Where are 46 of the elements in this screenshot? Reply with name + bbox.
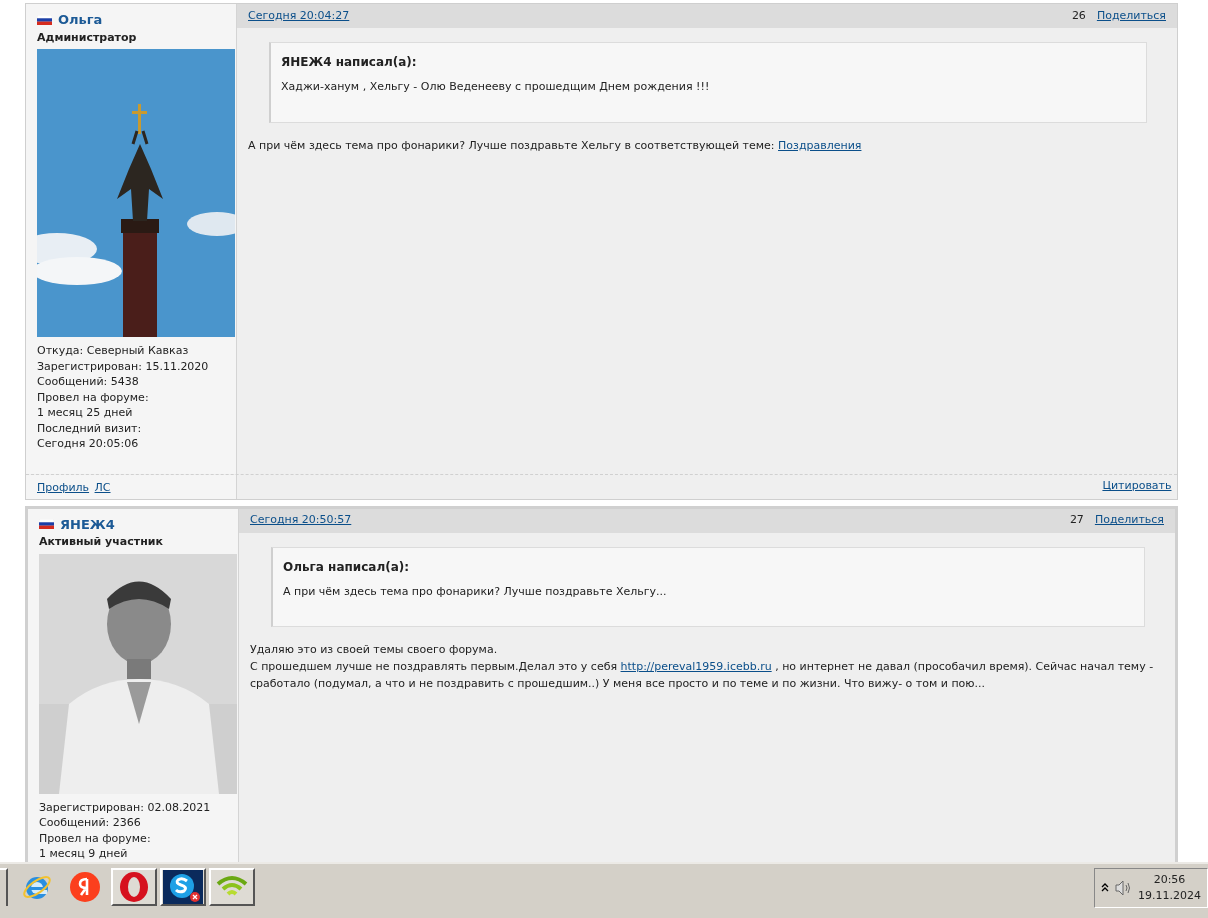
profile-info: Откуда: Северный Кавказ bbox=[37, 343, 190, 359]
profile-info: Провел на форуме: bbox=[39, 830, 152, 846]
quote-text: А при чём здесь тема про фонарики? Лучше поздравьте Хельгу... bbox=[283, 583, 668, 600]
message-text: А при чём здесь тема про фонарики? Лучше поздравьте Хельгу в соответствующей теме: Поздравления bbox=[248, 137, 863, 154]
post-date-link[interactable]: Сегодня 20:50:57 bbox=[250, 512, 352, 529]
browser-icon bbox=[118, 871, 150, 903]
quote-author: Ольга написал(а): bbox=[283, 558, 411, 576]
user-role: Активный участник bbox=[39, 534, 164, 550]
share-link[interactable]: Поделиться bbox=[1094, 512, 1164, 529]
profile-link[interactable]: Профиль bbox=[37, 479, 90, 494]
profile-info: Сообщений: 2366 bbox=[39, 815, 142, 831]
profile-info: Провел на форуме: bbox=[37, 389, 150, 405]
quote-author: ЯНЕЖ4 написал(а): bbox=[281, 54, 418, 71]
quote-text: Хаджи-ханум , Хельгу - Олю Веденееву с прошедщим Днем рождения !!! bbox=[281, 79, 711, 95]
profile-info: 1 месяц 9 дней bbox=[39, 846, 129, 862]
profile-info: Зарегистрирован: 15.11.2020 bbox=[37, 358, 210, 374]
chevron-up-icon[interactable] bbox=[1101, 883, 1109, 893]
profile-info: Последний визит: bbox=[37, 420, 143, 436]
clock-date: 19.11.2024 bbox=[1138, 888, 1201, 904]
flag-icon bbox=[39, 519, 54, 530]
profile-info: Зарегистрирован: 02.08.2021 bbox=[39, 799, 212, 815]
quote-link[interactable]: Цитировать bbox=[1102, 478, 1172, 495]
profile-info: Сообщений: 5438 bbox=[37, 374, 140, 390]
profile-link[interactable]: ЛС bbox=[94, 479, 111, 494]
message-link[interactable]: http://pereval1959.icebb.ru bbox=[620, 660, 772, 673]
post-date-link[interactable]: Сегодня 20:04:27 bbox=[248, 7, 350, 25]
message-link[interactable]: Поздравления bbox=[778, 138, 862, 152]
clock-time: 20:56 bbox=[1152, 872, 1187, 888]
profile-info: 1 месяц 25 дней bbox=[37, 405, 134, 421]
username[interactable]: Ольга bbox=[58, 10, 103, 30]
messenger-icon bbox=[162, 870, 203, 904]
taskbar-button[interactable] bbox=[111, 868, 157, 906]
browser-icon bbox=[69, 871, 102, 903]
speaker-icon[interactable] bbox=[1114, 880, 1133, 896]
flag-icon bbox=[37, 14, 52, 25]
post-number: 26 bbox=[1071, 7, 1086, 24]
share-link[interactable]: Поделиться bbox=[1096, 7, 1166, 25]
username[interactable]: ЯНЕЖ4 bbox=[60, 514, 115, 534]
taskbar-button[interactable] bbox=[208, 868, 255, 906]
message-text: С прошедшем лучше не поздравлять первым.Делал это у себя http://pereval1959.icebb.ru , но интернет не давал (прособачил время). Сейчас начал тему - сработало (подумал, а что и не поздравить с прошедшим..) У меня все просто и по теме и по жизни. Что вижу- о том и пою... bbox=[250, 659, 1155, 692]
start-button[interactable] bbox=[0, 868, 8, 906]
message-text: Удаляю это из своей темы своего форума. bbox=[250, 642, 499, 658]
taskbar-button[interactable] bbox=[159, 868, 206, 906]
post-number: 27 bbox=[1069, 512, 1084, 529]
profile-info: Сегодня 20:05:06 bbox=[37, 436, 140, 452]
user-role: Администратор bbox=[37, 29, 138, 46]
